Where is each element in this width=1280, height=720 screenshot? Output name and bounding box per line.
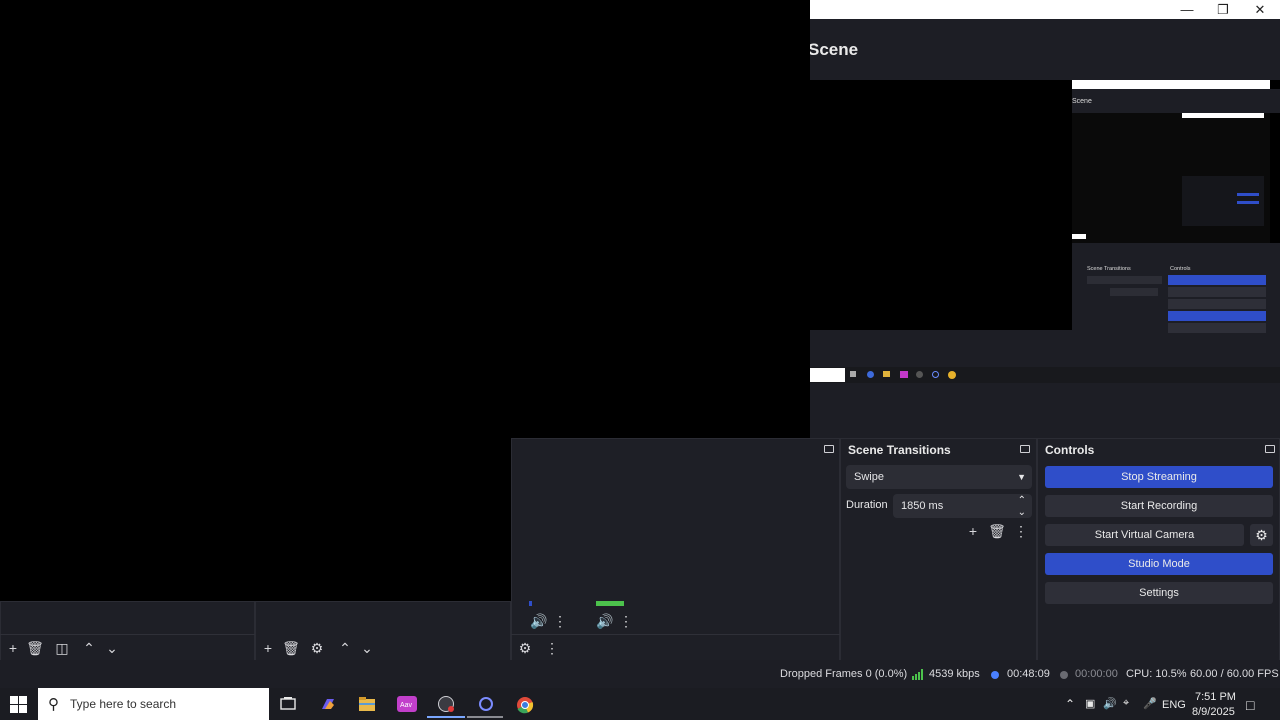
popout-icon[interactable] [1020,445,1030,453]
close-button[interactable]: ✕ [1242,0,1278,19]
preview-capture: Scene Scene Transitions Controls [810,80,1280,380]
bitrate: 4539 kbps [929,668,980,680]
cpu-usage: CPU: 10.5% [1126,668,1187,680]
preview-icon [867,371,874,378]
menu-dots-icon[interactable]: ⋮ [543,639,561,657]
popout-icon[interactable] [824,445,834,453]
preview-canvas[interactable]: Scene Scene Transitions Controls [810,80,1280,380]
stop-streaming-button[interactable]: Stop Streaming [1045,466,1273,488]
language-indicator[interactable]: ENG [1162,699,1186,711]
volume-meter [596,601,624,606]
clock-date[interactable]: 8/9/2025 [1192,706,1235,718]
chrome-icon[interactable] [516,696,534,714]
settings-button[interactable]: Settings [1045,582,1273,604]
active-indicator [427,716,465,718]
divider [511,634,840,635]
controls-title: Controls [1045,443,1095,457]
gear-icon[interactable]: ⚙ [1250,524,1273,546]
menu-dots-icon[interactable]: ⋮ [551,612,569,630]
svg-text:Controls: Controls [1170,266,1191,272]
duration-spinbox[interactable]: 1850 ms ⌃ ⌄ [893,494,1032,518]
file-explorer-icon[interactable] [358,696,376,712]
preview-icon [850,371,856,377]
studio-mode-button[interactable]: Studio Mode [1045,553,1273,575]
stream-icon [991,671,999,679]
windows-start-icon[interactable] [10,696,27,713]
preview-icon [900,371,908,378]
svg-text:Aav: Aav [400,702,413,709]
taskbar-search[interactable]: ⚲ Type here to search [38,688,269,720]
obs-icon[interactable] [437,696,455,712]
menu-dots-icon[interactable]: ⋮ [1012,522,1030,540]
record-time: 00:00:00 [1075,668,1118,680]
record-icon [1060,671,1068,679]
menu-dots-icon[interactable]: ⋮ [617,612,635,630]
restore-button[interactable]: ❐ [1205,0,1241,19]
down-icon[interactable]: ⌄ [358,639,376,657]
chevron-down-icon: ▼ [1017,472,1026,482]
speaker-icon[interactable]: 🔊 [530,612,548,630]
signal-icon [912,669,924,680]
add-icon[interactable]: + [964,522,982,540]
notification-icon[interactable]: □ [1246,697,1254,713]
start-virtual-camera-button[interactable]: Start Virtual Camera [1045,524,1244,546]
popout-icon[interactable] [1265,445,1275,453]
trash-icon[interactable]: 🗑 [282,639,300,657]
preview-icon [932,371,939,378]
status-bar: Dropped Frames 0 (0.0%) 4539 kbps 00:48:… [0,660,1280,688]
stream-time: 00:48:09 [1007,668,1050,680]
transition-select[interactable]: Swipe ▼ [846,465,1032,489]
down-icon[interactable]: ⌄ [103,639,121,657]
filter-icon[interactable]: ◫ [53,639,71,657]
trash-icon[interactable]: 🗑 [26,639,44,657]
add-icon[interactable]: + [259,639,277,657]
search-placeholder: Type here to search [70,697,177,711]
start-recording-button[interactable]: Start Recording [1045,495,1273,517]
transition-value: Swipe [854,471,884,483]
task-view-icon[interactable] [279,696,297,712]
microphone-icon[interactable]: 🎤 [1143,697,1157,710]
divider [0,634,255,635]
clock-time[interactable]: 7:51 PM [1195,691,1236,703]
scene-transitions-title: Scene Transitions [848,443,951,457]
preview-icon [916,371,923,378]
preview-icon [883,371,890,377]
preview-search [810,368,845,382]
speaker-icon[interactable]: 🔊 [596,612,614,630]
gear-icon[interactable]: ⚙ [308,639,326,657]
svg-text:Scene: Scene [1072,98,1092,105]
search-icon: ⚲ [48,696,59,713]
preview-icon [948,371,956,379]
preview-taskbar [810,367,1280,383]
up-icon[interactable]: ⌃ [80,639,98,657]
duration-label: Duration [846,499,888,511]
app-icon[interactable] [477,696,495,712]
advanced-audio-icon[interactable]: ⚙ [516,639,534,657]
svg-text:Scene Transitions: Scene Transitions [1087,266,1131,272]
trash-icon[interactable]: 🗑 [988,522,1006,540]
network-icon[interactable]: ⌖ [1123,697,1129,710]
add-icon[interactable]: + [4,639,22,657]
meet-now-icon[interactable]: ▣ [1085,697,1095,710]
volume-meter [529,601,532,606]
fps: 60.00 / 60.00 FPS [1190,668,1279,680]
scene-title: Scene [808,40,859,59]
volume-icon[interactable]: 🔊 [1103,697,1117,710]
minimize-button[interactable]: — [1169,0,1205,19]
up-icon[interactable]: ⌃ [336,639,354,657]
chevron-up-icon[interactable]: ⌃ [1065,697,1075,711]
duration-value: 1850 ms [901,500,944,512]
dropped-frames: Dropped Frames 0 (0.0%) [780,668,908,680]
app-icon[interactable]: Aav [397,696,417,712]
copilot-icon[interactable] [319,696,337,712]
running-indicator [467,716,503,718]
